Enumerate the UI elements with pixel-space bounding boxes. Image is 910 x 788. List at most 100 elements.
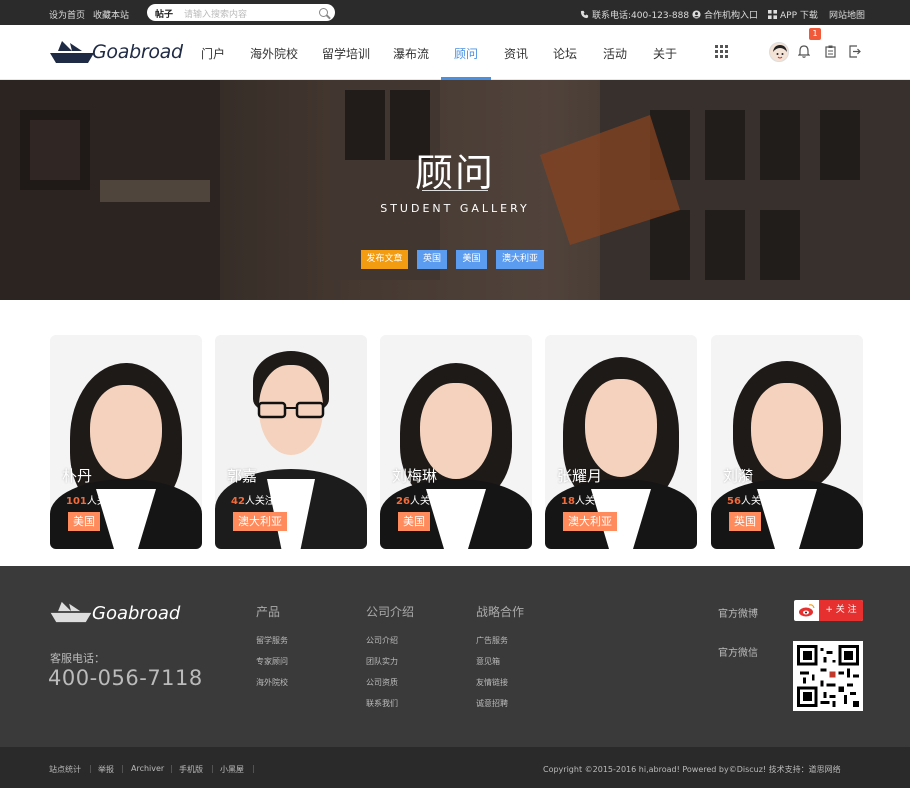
consultant-card[interactable]: 朴丹 101人关注 美国 (50, 335, 202, 549)
search-category[interactable]: 帖子 (155, 7, 173, 20)
app-text: APP 下载 (780, 11, 818, 21)
user-avatar[interactable] (769, 42, 789, 62)
consultant-card[interactable]: 刘梅琳 26人关注 美国 (380, 335, 532, 549)
consultant-followers: 101人关注 (66, 496, 117, 507)
separator: | (252, 764, 255, 773)
report-link[interactable]: 举报 (98, 764, 114, 775)
stats-link[interactable]: 站点统计 (49, 764, 81, 775)
app-download-link[interactable]: APP 下载 (768, 8, 818, 21)
nav-overseas-schools[interactable]: 海外院校 (250, 45, 298, 62)
clipboard-icon[interactable] (825, 45, 836, 58)
weibo-icon (799, 604, 815, 617)
separator: | (211, 764, 214, 773)
nav-consultants[interactable]: 顾问 (454, 45, 478, 62)
consultant-name: 朴丹 (62, 467, 93, 485)
footer-link[interactable]: 广告服务 (476, 635, 508, 646)
nav-portal[interactable]: 门户 (201, 45, 225, 62)
nav-events[interactable]: 活动 (603, 45, 627, 62)
page-title: 顾问 (414, 151, 495, 195)
site-footer: Goabroad 客服电话： 400-056-7118 产品 留学服务 专家顾问… (0, 566, 910, 747)
footer-link[interactable]: 海外院校 (256, 677, 288, 688)
avatar-face-icon (770, 43, 788, 61)
weibo-label: 官方微博 (718, 609, 758, 620)
consultant-card[interactable]: 张耀月 18人关注 澳大利亚 (545, 335, 697, 549)
consultant-card[interactable]: 郭嘉 42人关注 澳大利亚 (215, 335, 367, 549)
footer-link[interactable]: 团队实力 (366, 656, 398, 667)
consultant-gallery: 朴丹 101人关注 美国 郭嘉 42人关注 澳大利亚 刘梅琳 26人关注 美国 (0, 300, 910, 566)
boat-logo-icon[interactable] (50, 39, 94, 65)
nav-training[interactable]: 留学培训 (322, 45, 370, 62)
glasses-icon (257, 401, 325, 419)
footer-col-company-title: 公司介绍 (366, 605, 415, 619)
apps-grid-icon[interactable] (715, 45, 728, 58)
consultant-country-tag[interactable]: 美国 (68, 512, 100, 531)
sitemap-link[interactable]: 网站地图 (829, 8, 865, 21)
footer-link[interactable]: 友情链接 (476, 677, 508, 688)
grid-icon (768, 10, 777, 19)
nav-news[interactable]: 资讯 (504, 45, 528, 62)
page-subtitle: STUDENT GALLERY (380, 202, 530, 215)
nav-forum[interactable]: 论坛 (553, 45, 577, 62)
consultant-name: 刘梅琳 (392, 467, 438, 485)
footer-link[interactable]: 意见箱 (476, 656, 500, 667)
consultant-followers: 18人关注 (561, 496, 605, 507)
filter-australia-button[interactable]: 澳大利亚 (496, 250, 544, 269)
phone-info: 联系电话:400-123-888 (580, 8, 689, 21)
footer-link[interactable]: 诚意招聘 (476, 698, 508, 709)
logout-icon[interactable] (849, 45, 861, 58)
weibo-follow-label: + 关 注 (819, 600, 863, 621)
search-icon[interactable] (319, 8, 328, 17)
phone-icon (580, 10, 589, 19)
footer-link[interactable]: 公司介绍 (366, 635, 398, 646)
consultant-card[interactable]: 刘漪 56人关注 英国 (711, 335, 863, 549)
top-bar: 设为首页 收藏本站 帖子 请输入搜索内容 联系电话:400-123-888 合作… (0, 0, 910, 25)
separator: | (89, 764, 92, 773)
nav-waterfall[interactable]: 瀑布流 (393, 45, 429, 62)
bookmark-link[interactable]: 收藏本站 (93, 8, 129, 21)
phone-text: 联系电话:400-123-888 (592, 11, 690, 21)
separator: | (121, 764, 124, 773)
footer-boat-logo-icon (50, 601, 92, 623)
filter-uk-button[interactable]: 英国 (417, 250, 447, 269)
filter-usa-button[interactable]: 美国 (456, 250, 487, 269)
title-divider (422, 190, 488, 191)
footer-link[interactable]: 公司资质 (366, 677, 398, 688)
bottom-bar: 站点统计 | 举报 | Archiver | 手机版 | 小黑屋 | Copyr… (0, 747, 910, 788)
footer-col-products-title: 产品 (256, 605, 281, 619)
logo-text[interactable]: Goabroad (92, 41, 183, 63)
footer-link[interactable]: 留学服务 (256, 635, 288, 646)
consultant-name: 刘漪 (723, 467, 754, 485)
wechat-qr-code (793, 641, 863, 711)
consultant-followers: 56人关注 (727, 496, 771, 507)
partner-link[interactable]: 合作机构入口 (692, 8, 758, 21)
search-input[interactable]: 请输入搜索内容 (184, 7, 247, 20)
nav-about[interactable]: 关于 (653, 45, 677, 62)
footer-logo-text: Goabroad (92, 603, 181, 624)
footer-link[interactable]: 专家顾问 (256, 656, 288, 667)
consultant-country-tag[interactable]: 澳大利亚 (233, 512, 287, 531)
consultant-country-tag[interactable]: 英国 (729, 512, 761, 531)
wechat-label: 官方微信 (718, 648, 758, 659)
search-box[interactable]: 帖子 请输入搜索内容 (147, 4, 335, 21)
consultant-country-tag[interactable]: 澳大利亚 (563, 512, 617, 531)
bell-icon[interactable] (798, 45, 810, 58)
footer-col-partners-title: 战略合作 (476, 605, 525, 619)
publish-article-button[interactable]: 发布文章 (361, 250, 408, 269)
weibo-follow-button[interactable]: + 关 注 (794, 600, 863, 621)
consultant-followers: 42人关注 (231, 496, 275, 507)
copyright-text: Copyright ©2015-2016 hi,abroad! Powered … (543, 765, 841, 774)
consultant-country-tag[interactable]: 美国 (398, 512, 430, 531)
hero-banner: 顾问 STUDENT GALLERY 发布文章 英国 美国 澳大利亚 (0, 80, 910, 300)
service-phone-number: 400-056-7118 (48, 666, 203, 690)
mobile-link[interactable]: 手机版 (179, 764, 203, 775)
partner-text: 合作机构入口 (704, 11, 759, 21)
main-header: Goabroad 门户 海外院校 留学培训 瀑布流 顾问 资讯 论坛 活动 关于… (0, 25, 910, 80)
service-phone-label: 客服电话： (50, 652, 105, 665)
consultant-followers: 26人关注 (396, 496, 440, 507)
set-home-link[interactable]: 设为首页 (49, 8, 85, 21)
notification-badge: 1 (809, 28, 821, 40)
footer-link[interactable]: 联系我们 (366, 698, 398, 709)
archiver-link[interactable]: Archiver (131, 764, 164, 773)
separator: | (170, 764, 173, 773)
blackroom-link[interactable]: 小黑屋 (220, 764, 244, 775)
